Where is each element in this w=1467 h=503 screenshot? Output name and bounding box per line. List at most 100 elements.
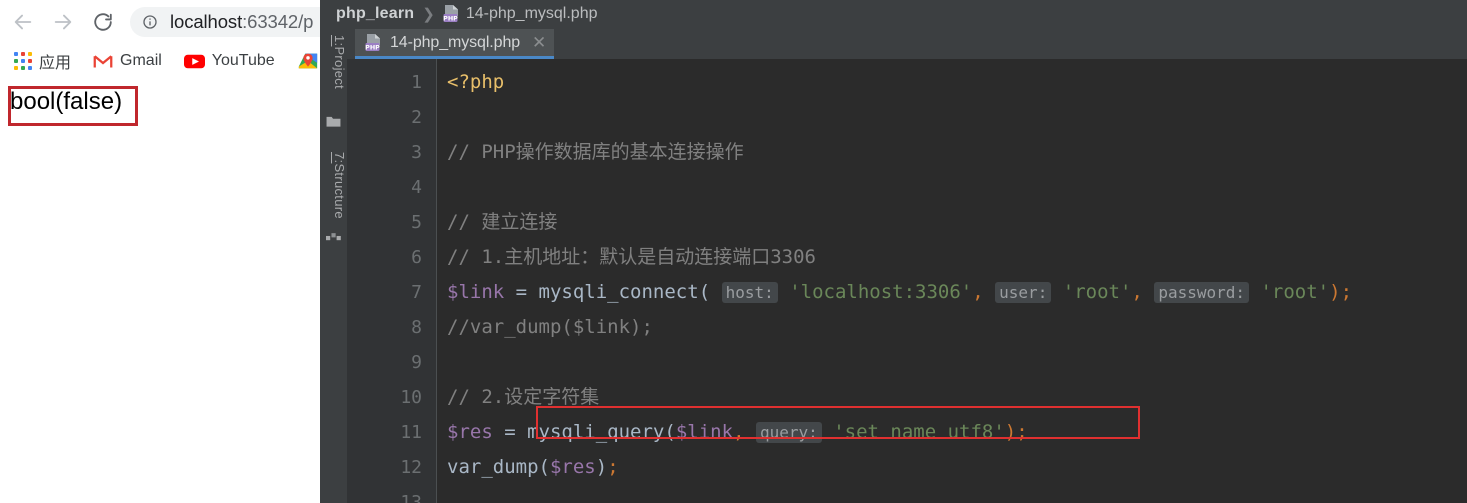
- breadcrumb: php_learn ❯ PHP 14-php_mysql.php: [320, 0, 1467, 27]
- code-token: mysqli_connect: [538, 281, 699, 303]
- folder-icon: [326, 116, 341, 127]
- code-token: ;: [607, 456, 619, 478]
- code-token: ): [1329, 281, 1341, 303]
- site-info-icon[interactable]: [142, 14, 158, 30]
- php-file-glyph: PHP: [365, 33, 380, 51]
- code-line[interactable]: // PHP操作数据库的基本连接操作: [447, 135, 1467, 170]
- line-number: 9: [411, 352, 422, 373]
- php-output-text: bool(false): [10, 88, 123, 115]
- code-line[interactable]: [447, 345, 1467, 380]
- sidebar-item-project[interactable]: 1:Project: [320, 35, 347, 89]
- parameter-hint: host:: [721, 282, 778, 303]
- code-token: // 2.设定字符集: [447, 386, 600, 408]
- url-path: :63342/p: [242, 11, 314, 32]
- parameter-hint: user:: [995, 282, 1052, 303]
- back-button[interactable]: [6, 5, 40, 39]
- bookmark-gmail[interactable]: Gmail: [93, 52, 162, 70]
- sidebar-item-project-label: 1:Project: [332, 35, 347, 90]
- line-number: 4: [411, 177, 422, 198]
- gmail-icon: [93, 54, 113, 67]
- bookmark-gmail-label: Gmail: [120, 52, 162, 69]
- line-number: 5: [411, 212, 422, 233]
- reload-icon: [94, 13, 112, 31]
- code-line[interactable]: // 建立连接: [447, 205, 1467, 240]
- code-token: ): [595, 456, 608, 478]
- php-file-glyph: PHP: [443, 4, 458, 22]
- sidebar-item-structure[interactable]: 7:Structure: [320, 152, 347, 219]
- screenshot-root: localhost:63342/p 应用 Gmail YouTube bool(…: [0, 0, 1467, 503]
- bookmark-apps-label: 应用: [39, 55, 72, 72]
- code-editor[interactable]: 1 2 3 4 5 6 7 8 9 10 11 12 13 <?php // PHP操作数据库的基本连接…: [347, 59, 1467, 503]
- php-file-icon: PHP: [365, 33, 382, 52]
- line-number: 2: [411, 107, 422, 128]
- code-line[interactable]: // 2.设定字符集: [447, 380, 1467, 415]
- line-number: 1: [411, 72, 422, 93]
- code-content[interactable]: <?php // PHP操作数据库的基本连接操作 // 建立连接 // 1.主机地…: [437, 59, 1467, 503]
- tool-window-rail: 1:Project 7:Structure: [320, 27, 348, 503]
- code-token: =: [492, 421, 528, 443]
- url-host: localhost: [170, 11, 243, 32]
- forward-button[interactable]: [46, 5, 80, 39]
- line-number: 12: [400, 457, 422, 478]
- structure-icon: [326, 233, 341, 241]
- youtube-icon: [183, 54, 205, 68]
- bookmark-youtube-label: YouTube: [211, 52, 275, 69]
- bookmark-youtube[interactable]: YouTube: [183, 52, 275, 70]
- editor-area: PHP 14-php_mysql.php ✕ 1 2 3 4 5 6 7 8 9 10 11 12 13…: [347, 27, 1467, 503]
- structure-shortcut: 7:: [332, 152, 347, 164]
- bookmark-apps[interactable]: 应用: [14, 49, 71, 73]
- line-number: 11: [400, 422, 422, 443]
- php-file-icon: PHP: [443, 4, 460, 23]
- code-line[interactable]: //var_dump($link);: [447, 310, 1467, 345]
- bookmark-google-maps[interactable]: [297, 50, 319, 72]
- code-token: // 建立连接: [447, 211, 558, 233]
- tab-label: 14-php_mysql.php: [390, 33, 521, 51]
- svg-text:PHP: PHP: [365, 43, 380, 51]
- arrow-left-icon: [14, 14, 32, 30]
- code-token: ;: [1340, 281, 1353, 303]
- line-number: 13: [400, 492, 422, 503]
- parameter-hint: password:: [1154, 282, 1250, 303]
- line-number: 3: [411, 142, 422, 163]
- line-number: 6: [411, 247, 422, 268]
- code-line[interactable]: $res = mysqli_query($link, query: 'set n…: [447, 415, 1467, 450]
- tab-14-php-mysql[interactable]: PHP 14-php_mysql.php ✕: [355, 29, 555, 59]
- code-line[interactable]: [447, 170, 1467, 205]
- code-token: ,: [1131, 281, 1143, 303]
- breadcrumb-project[interactable]: php_learn: [336, 5, 414, 23]
- reload-button[interactable]: [86, 5, 120, 39]
- editor-tab-strip: PHP 14-php_mysql.php ✕: [347, 27, 1467, 59]
- code-token: (: [538, 456, 550, 478]
- code-token: 'localhost:3306': [789, 281, 973, 303]
- code-line[interactable]: var_dump($res);: [447, 450, 1467, 485]
- close-icon[interactable]: ✕: [532, 34, 546, 51]
- sidebar-item-structure-label: 7:Structure: [332, 152, 347, 219]
- code-token: $link: [675, 421, 734, 443]
- code-token: $link: [447, 281, 505, 303]
- code-token: //var_dump($link);: [447, 316, 653, 338]
- code-line[interactable]: [447, 100, 1467, 135]
- code-token: var_dump: [447, 456, 539, 478]
- line-number: 7: [411, 282, 422, 303]
- code-token: (: [664, 421, 676, 443]
- code-line[interactable]: [447, 485, 1467, 503]
- code-token: 'root': [1260, 281, 1330, 303]
- code-token: 'root': [1062, 281, 1132, 303]
- line-number-gutter: 1 2 3 4 5 6 7 8 9 10 11 12 13: [347, 59, 437, 503]
- code-line[interactable]: // 1.主机地址：默认是自动连接端口3306: [447, 240, 1467, 275]
- code-token: // PHP操作数据库的基本连接操作: [447, 141, 744, 163]
- code-token: ,: [733, 421, 745, 443]
- breadcrumb-file[interactable]: 14-php_mysql.php: [466, 5, 598, 23]
- address-bar-url: localhost:63342/p: [170, 11, 313, 33]
- code-line[interactable]: <?php: [447, 65, 1467, 100]
- code-line[interactable]: $link = mysqli_connect( host: 'localhost…: [447, 275, 1467, 310]
- svg-text:PHP: PHP: [443, 14, 458, 22]
- code-token: $res: [447, 421, 493, 443]
- code-token: mysqli_query: [527, 421, 665, 443]
